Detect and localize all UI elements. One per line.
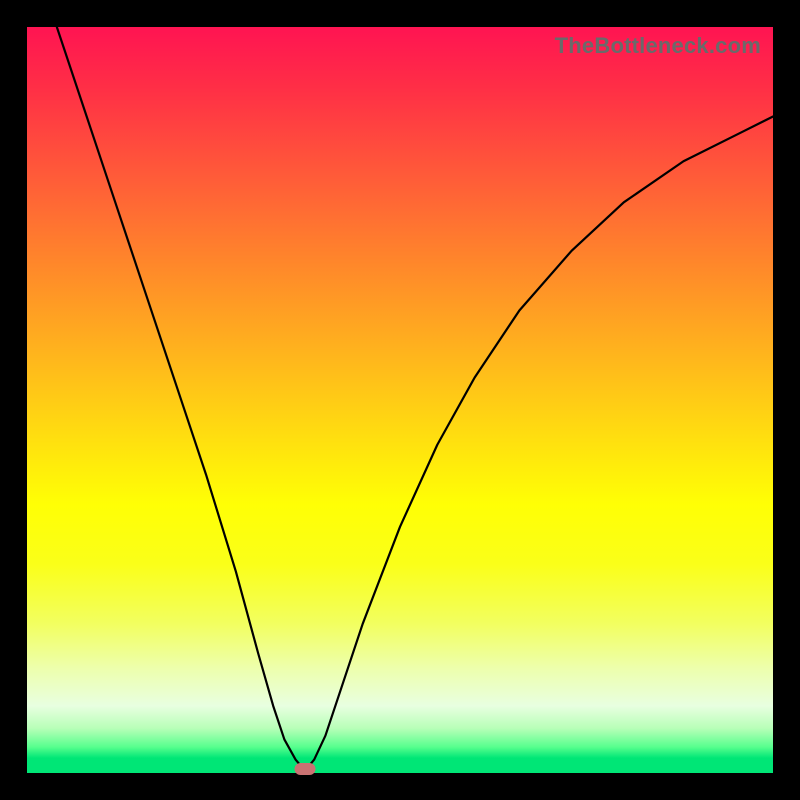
- optimal-marker: [294, 763, 315, 775]
- watermark-text: TheBottleneck.com: [555, 33, 761, 59]
- plot-area: TheBottleneck.com: [27, 27, 773, 773]
- bottleneck-curve: [27, 27, 773, 773]
- chart-container: TheBottleneck.com: [0, 0, 800, 800]
